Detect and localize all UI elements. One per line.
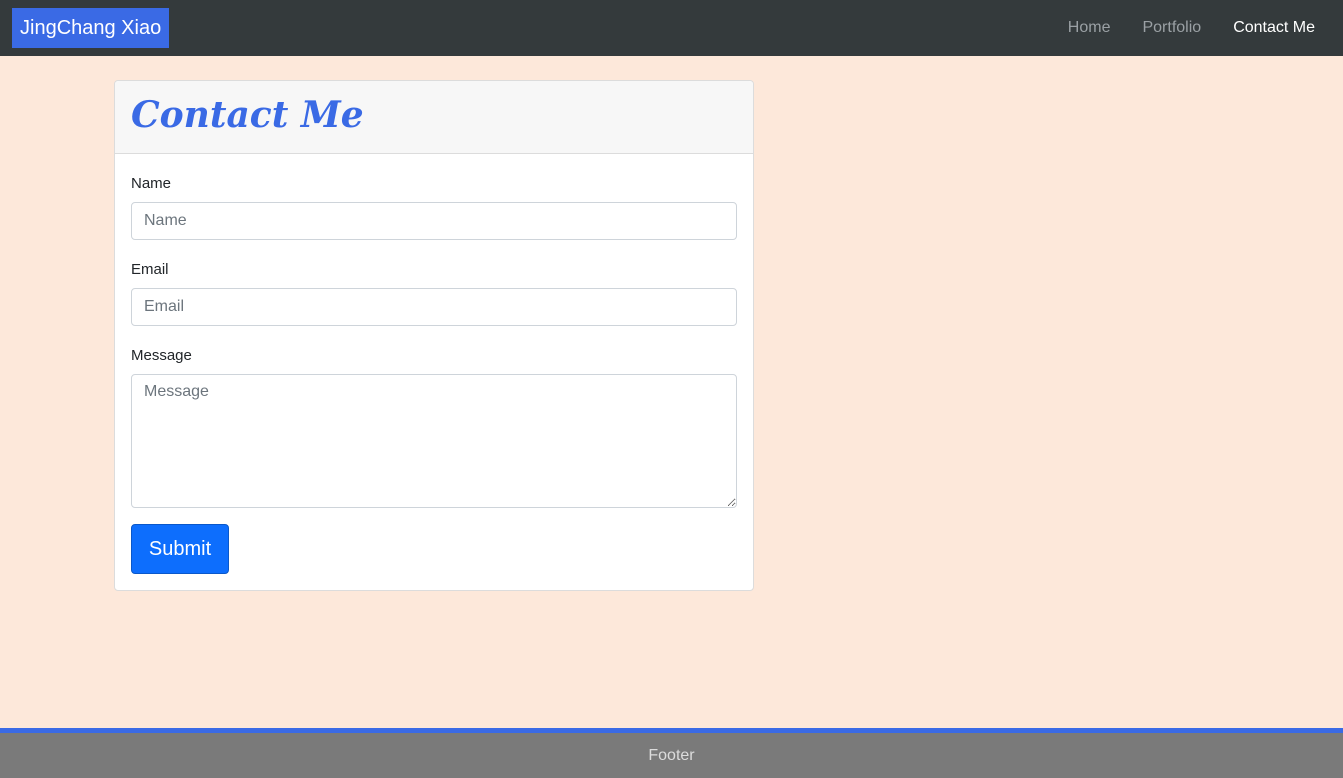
name-label: Name <box>131 175 172 192</box>
card-header: Contact Me <box>115 81 753 154</box>
submit-button[interactable]: Submit <box>131 524 229 574</box>
contact-card: Contact Me Name Email Message Submit <box>114 80 754 591</box>
footer-text: Footer <box>648 747 695 764</box>
email-input[interactable] <box>131 288 737 326</box>
message-label: Message <box>131 347 192 364</box>
page-title: Contact Me <box>131 94 364 136</box>
navbar: JingChang Xiao Home Portfolio Contact Me <box>0 0 1343 56</box>
nav-link-portfolio[interactable]: Portfolio <box>1126 19 1217 37</box>
brand-link[interactable]: JingChang Xiao <box>12 8 170 48</box>
email-label: Email <box>131 261 169 278</box>
message-textarea[interactable] <box>131 374 737 508</box>
nav-link-contact[interactable]: Contact Me <box>1217 19 1331 37</box>
contact-form: Name Email Message Submit <box>115 174 753 574</box>
nav-links: Home Portfolio Contact Me <box>1052 0 1331 56</box>
name-input[interactable] <box>131 202 737 240</box>
footer: Footer <box>0 728 1343 778</box>
nav-link-home[interactable]: Home <box>1052 19 1127 37</box>
